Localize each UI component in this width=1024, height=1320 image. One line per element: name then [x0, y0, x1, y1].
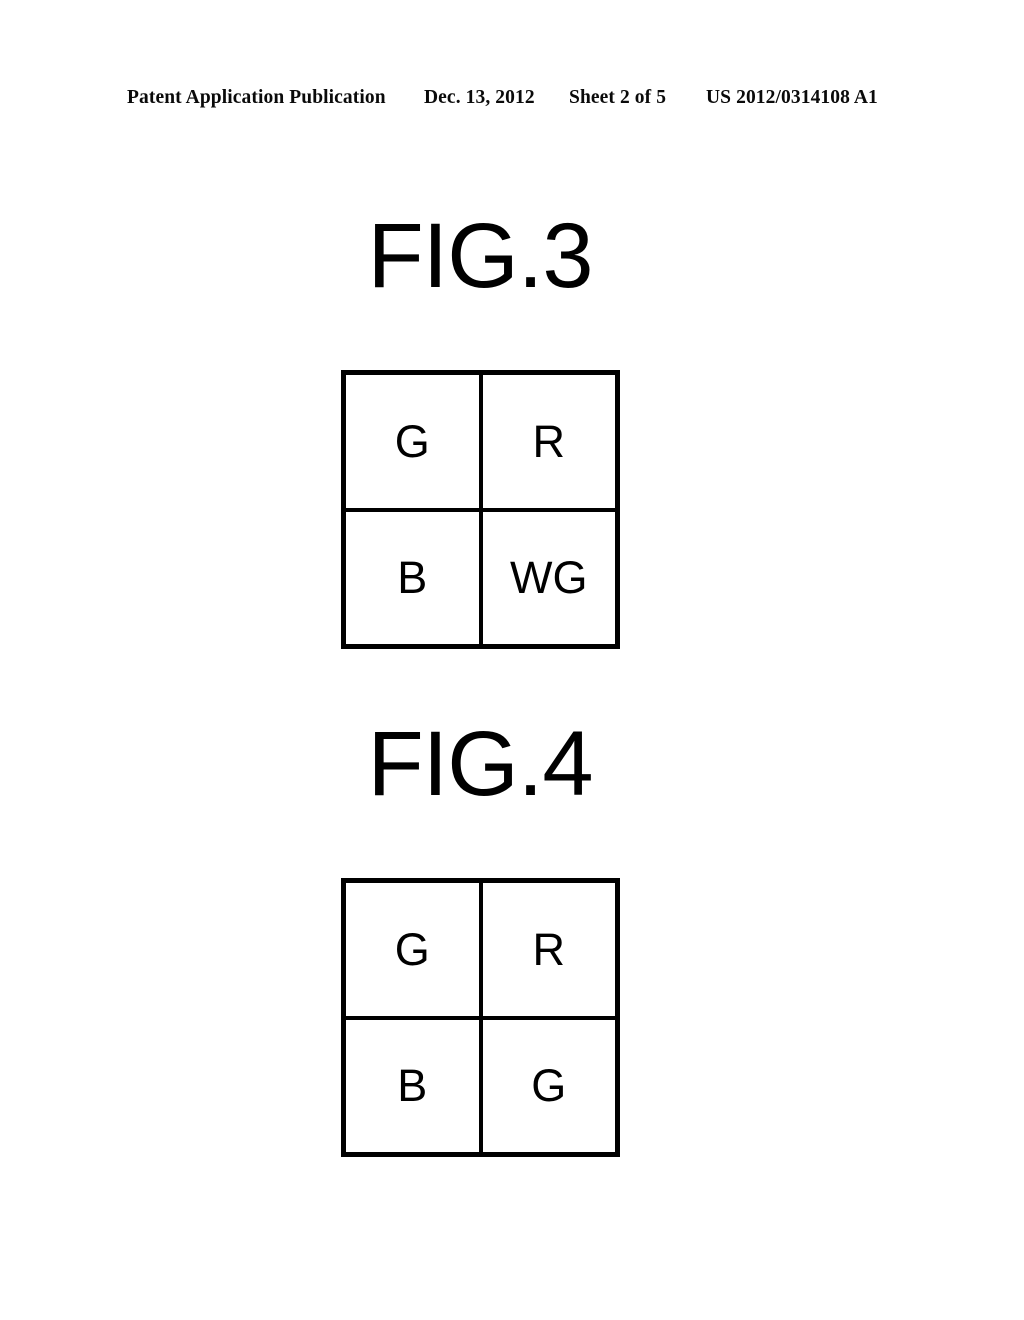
figure-3-title: FIG.3 — [367, 205, 593, 307]
figure-3-cell-r1c1: WG — [480, 509, 615, 644]
figure-3-cell-r0c0: G — [346, 375, 481, 510]
figure-4-cell-r1c0: B — [346, 1017, 481, 1152]
figure-4-cell-r0c1: R — [480, 883, 615, 1018]
publication-label: Patent Application Publication — [127, 87, 386, 108]
figure-4-cell-r1c1: G — [480, 1017, 615, 1152]
figure-4-cell-label-r0c0: G — [394, 923, 430, 975]
figure-4-cell-label-r1c0: B — [397, 1060, 428, 1112]
page-header: Patent Application Publication Dec. 13, … — [0, 86, 1024, 116]
figure-3-cell-label-r1c0: B — [397, 552, 428, 604]
figure-3-pixel-grid: G R B WG — [341, 370, 620, 649]
figure-3-cell-label-r0c0: G — [394, 415, 430, 467]
figure-3-cell-label-r1c1: WG — [510, 552, 588, 604]
publication-number: US 2012/0314108 A1 — [706, 87, 878, 108]
figure-3-cell-label-r0c1: R — [532, 415, 566, 467]
figure-3-cell-r1c0: B — [346, 509, 481, 644]
figure-4-cell-label-r0c1: R — [532, 923, 566, 975]
figure-4-title: FIG.4 — [367, 713, 593, 815]
figure-3-cell-r0c1: R — [480, 375, 615, 510]
figure-4-pixel-grid: G R B G — [341, 878, 620, 1157]
sheet-label: Sheet 2 of 5 — [569, 87, 667, 108]
figure-4-cell-label-r1c1: G — [531, 1060, 567, 1112]
publication-date: Dec. 13, 2012 — [424, 87, 535, 108]
figure-4-cell-r0c0: G — [346, 883, 481, 1018]
drawing-sheet-page: Patent Application Publication Dec. 13, … — [0, 0, 1024, 1320]
